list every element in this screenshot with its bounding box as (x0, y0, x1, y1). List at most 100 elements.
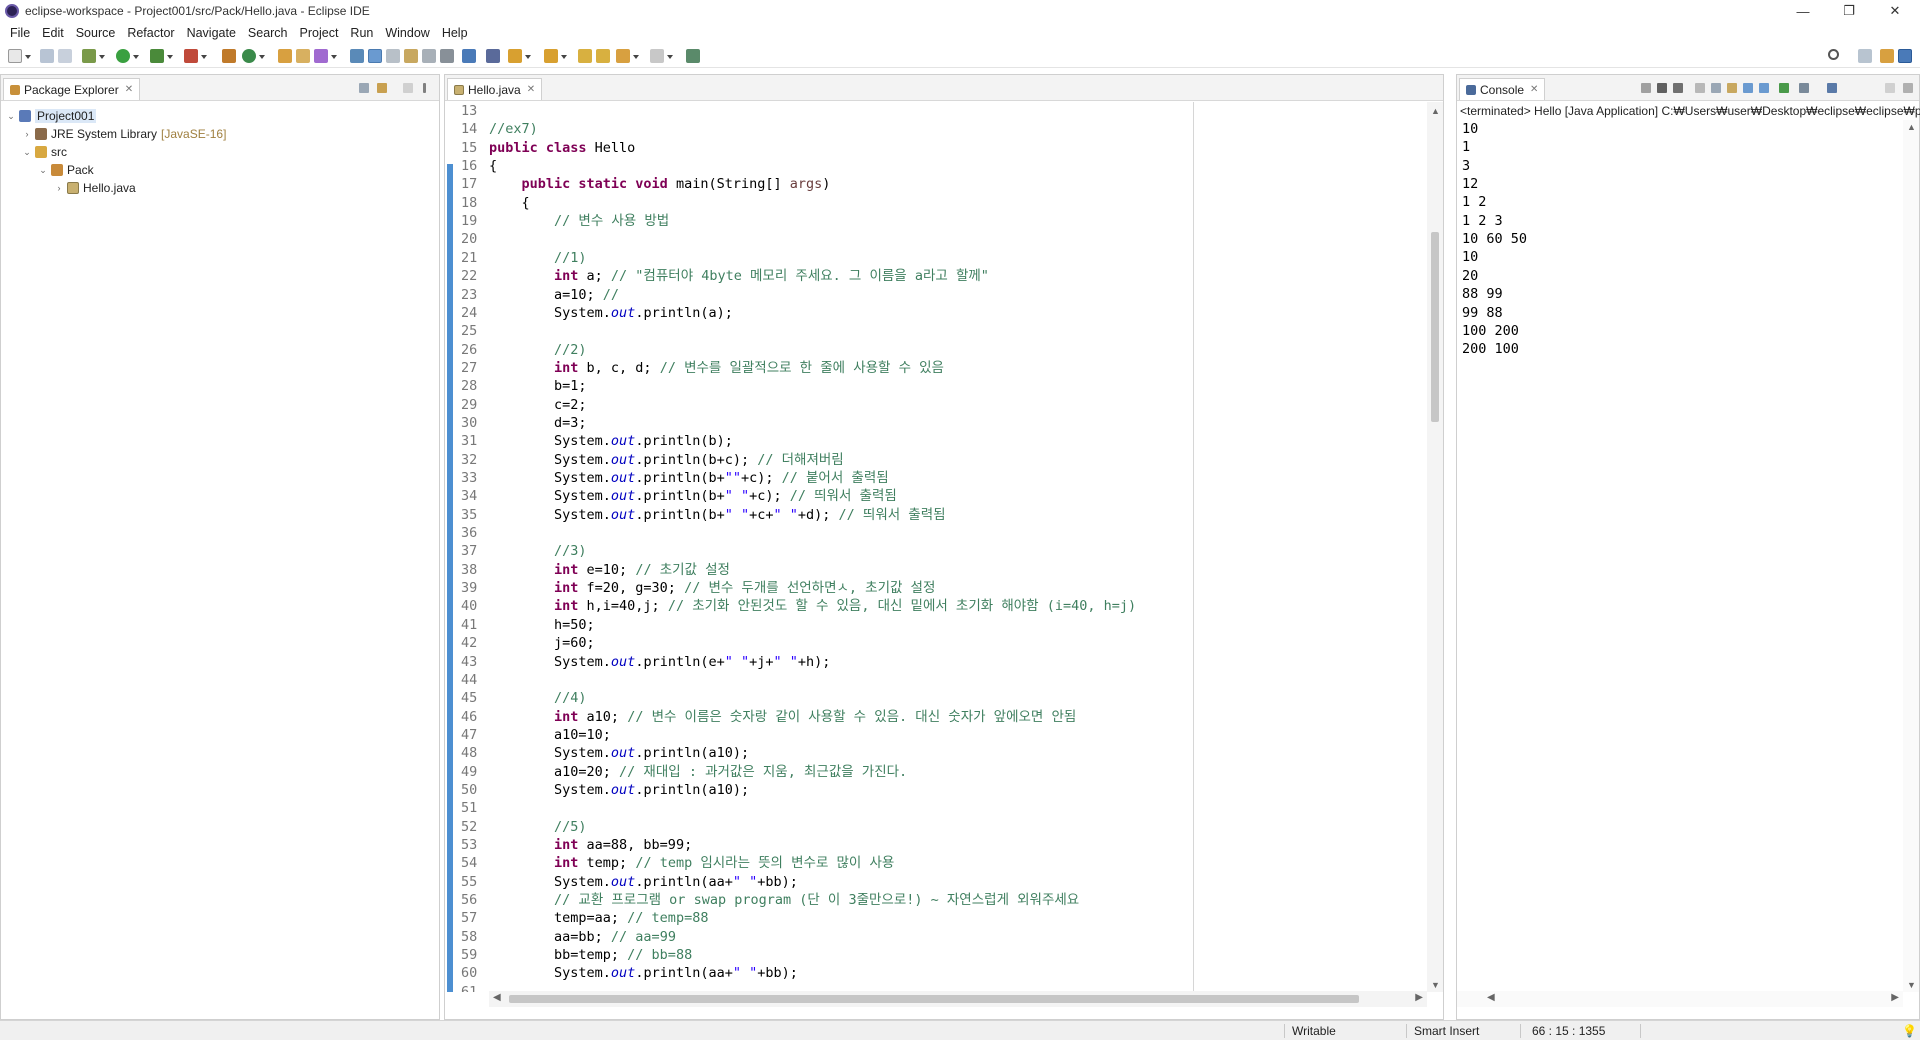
show-on-stderr-icon[interactable] (1759, 83, 1769, 93)
external-tools-icon[interactable] (184, 49, 198, 63)
open-console-icon[interactable] (1827, 83, 1837, 93)
debug-dropdown-icon[interactable] (99, 55, 105, 59)
tab-console[interactable]: Console ✕ (1459, 78, 1546, 100)
display-console-icon[interactable] (1799, 83, 1809, 93)
back-forward-edit-icon[interactable] (596, 49, 610, 63)
collapse-all-icon[interactable] (359, 83, 369, 93)
next-annotation-dropdown-icon[interactable] (525, 55, 531, 59)
new-class-icon[interactable] (242, 49, 256, 63)
block-select-icon[interactable] (404, 49, 418, 63)
menu-source[interactable]: Source (70, 26, 122, 40)
terminate-icon[interactable] (1641, 83, 1651, 93)
minimize-button[interactable]: — (1780, 0, 1826, 22)
toggle-mark-icon[interactable] (350, 49, 364, 63)
tree-item-file[interactable]: › Hello.java (53, 179, 136, 197)
back-dropdown-icon[interactable] (633, 55, 639, 59)
code-editor[interactable]: 13 14 15 16 17 18 19 20 21 22 23 24 25 26 27 28 29 30 31 32… (445, 102, 1429, 992)
menu-search[interactable]: Search (242, 26, 294, 40)
skip-breakpoints-icon[interactable] (486, 49, 500, 63)
save-all-icon[interactable] (58, 49, 72, 63)
tip-lightbulb-icon[interactable]: 💡 (1902, 1021, 1917, 1040)
terminal-icon[interactable] (462, 49, 476, 63)
expand-chevron-icon[interactable]: › (53, 183, 65, 193)
tab-hello-java[interactable]: Hello.java ✕ (447, 78, 543, 100)
collapse-chevron-icon[interactable]: ⌄ (37, 165, 49, 176)
pin-console-icon[interactable] (1779, 83, 1789, 93)
expand-chevron-icon[interactable]: › (21, 129, 33, 139)
search-tool-dropdown-icon[interactable] (331, 55, 337, 59)
coverage-dropdown-icon[interactable] (167, 55, 173, 59)
scroll-lock-icon[interactable] (1711, 83, 1721, 93)
close-button[interactable]: ✕ (1872, 0, 1918, 22)
forward-icon[interactable] (650, 49, 664, 63)
prev-annotation-dropdown-icon[interactable] (561, 55, 567, 59)
scroll-up-icon[interactable]: ▲ (1431, 106, 1440, 116)
new-dropdown-icon[interactable] (25, 55, 31, 59)
console-output[interactable]: 10 1 3 12 1 2 1 2 3 10 60 50 10 20 88 99… (1457, 120, 1905, 992)
external-tools-dropdown-icon[interactable] (201, 55, 207, 59)
close-tab-icon[interactable]: ✕ (125, 84, 133, 95)
debug-icon[interactable] (82, 49, 96, 63)
java-ee-perspective-icon[interactable] (1880, 49, 1894, 63)
open-perspective-icon[interactable] (1858, 49, 1872, 63)
console-horizontal-scrollbar[interactable]: ◀ ▶ (1457, 991, 1903, 1007)
scroll-down-icon[interactable]: ▼ (1431, 980, 1440, 990)
remove-all-launches-icon[interactable] (1673, 83, 1683, 93)
tab-package-explorer[interactable]: Package Explorer ✕ (3, 78, 141, 100)
run-dropdown-icon[interactable] (133, 55, 139, 59)
last-edit-icon[interactable] (578, 49, 592, 63)
search-tool-icon[interactable] (314, 49, 328, 63)
new-java-project-icon[interactable] (222, 49, 236, 63)
editor-horizontal-scrollbar[interactable]: ◀ ▶ (489, 991, 1427, 1007)
pin-editor-icon[interactable] (686, 49, 700, 63)
run-icon[interactable] (116, 49, 130, 63)
close-tab-icon[interactable]: ✕ (527, 84, 535, 95)
minimize-view-icon[interactable] (403, 83, 413, 93)
menu-run[interactable]: Run (344, 26, 379, 40)
menu-window[interactable]: Window (379, 26, 435, 40)
menu-navigate[interactable]: Navigate (181, 26, 242, 40)
word-wrap-console-icon[interactable] (1727, 83, 1737, 93)
remove-launch-icon[interactable] (1657, 83, 1667, 93)
close-tab-icon[interactable]: ✕ (1530, 84, 1538, 95)
tree-item-src[interactable]: ⌄ src (21, 143, 67, 161)
tree-item-package[interactable]: ⌄ Pack (37, 161, 93, 179)
open-type-icon[interactable] (278, 49, 292, 63)
forward-dropdown-icon[interactable] (667, 55, 673, 59)
maximize-view-icon[interactable] (1903, 83, 1913, 93)
open-folder-icon[interactable] (296, 49, 310, 63)
tree-item-project[interactable]: ⌄ Project001 (5, 107, 97, 125)
minimize-view-icon[interactable] (1885, 83, 1895, 93)
show-whitespace-icon[interactable] (422, 49, 436, 63)
console-vertical-scrollbar[interactable]: ▲ ▼ (1903, 120, 1919, 992)
menu-help[interactable]: Help (436, 26, 474, 40)
editor-vertical-scrollbar[interactable]: ▲ ▼ (1427, 102, 1443, 992)
toggle-highlight-icon[interactable] (368, 49, 382, 63)
restore-button[interactable]: ❐ (1826, 0, 1872, 22)
next-annotation-icon[interactable] (508, 49, 522, 63)
new-icon[interactable] (8, 49, 22, 63)
scroll-down-icon[interactable]: ▼ (1907, 980, 1916, 990)
link-with-editor-icon[interactable] (377, 83, 387, 93)
tree-item-jre[interactable]: › JRE System Library [JavaSE-16] (21, 125, 227, 143)
collapse-chevron-icon[interactable]: ⌄ (21, 147, 33, 158)
scroll-right-icon[interactable]: ▶ (1891, 992, 1899, 1003)
coverage-icon[interactable] (150, 49, 164, 63)
editor-hscroll-thumb[interactable] (509, 995, 1359, 1003)
code-lines[interactable]: //ex7) public class Hello { public stati… (489, 102, 1429, 992)
back-icon[interactable] (616, 49, 630, 63)
menu-refactor[interactable]: Refactor (121, 26, 180, 40)
new-class-dropdown-icon[interactable] (259, 55, 265, 59)
scroll-right-icon[interactable]: ▶ (1415, 992, 1423, 1003)
menu-edit[interactable]: Edit (36, 26, 70, 40)
scroll-left-icon[interactable]: ◀ (1487, 992, 1495, 1003)
scroll-up-icon[interactable]: ▲ (1907, 122, 1916, 132)
word-wrap-icon[interactable] (386, 49, 400, 63)
editor-scroll-thumb[interactable] (1431, 232, 1439, 422)
collapse-chevron-icon[interactable]: ⌄ (5, 111, 17, 122)
menu-project[interactable]: Project (294, 26, 345, 40)
show-on-stdout-icon[interactable] (1743, 83, 1753, 93)
save-icon[interactable] (40, 49, 54, 63)
clear-console-icon[interactable] (1695, 83, 1705, 93)
scroll-left-icon[interactable]: ◀ (493, 992, 501, 1003)
